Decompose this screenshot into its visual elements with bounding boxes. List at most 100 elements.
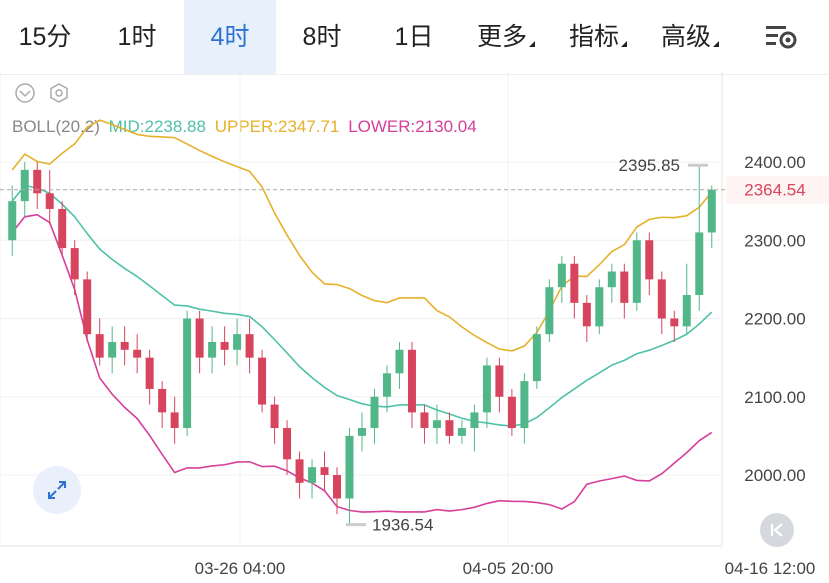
candle-body xyxy=(283,428,292,460)
candle-body xyxy=(620,271,629,303)
boll-upper-line xyxy=(11,119,713,352)
tab-more[interactable]: 更多 xyxy=(462,0,550,74)
candle-body xyxy=(557,263,566,288)
candle-body xyxy=(370,396,379,429)
candle-body xyxy=(507,396,516,429)
y-tick-label: 2200.00 xyxy=(744,310,805,329)
candle-body xyxy=(108,341,117,358)
dropdown-caret-icon xyxy=(713,41,719,47)
tab-label: 8时 xyxy=(302,23,342,51)
candle-body xyxy=(445,420,454,436)
low-marker-label: 1936.54 xyxy=(372,516,433,535)
tab-label: 4时 xyxy=(210,23,250,51)
dropdown-caret-icon xyxy=(621,41,627,47)
chart-settings-button[interactable] xyxy=(736,0,829,74)
current-price-label: 2364.54 xyxy=(744,181,805,200)
candle-body xyxy=(120,341,129,350)
tab-8h[interactable]: 8时 xyxy=(276,0,368,74)
tab-4h[interactable]: 4时 xyxy=(184,0,276,74)
candle-body xyxy=(70,248,79,280)
candle-body xyxy=(495,365,504,397)
candlestick-chart[interactable]: 2400.00 2300.00 2200.00 2100.00 2000.00 03-26… xyxy=(0,72,829,583)
tab-15m[interactable]: 15分 xyxy=(0,0,90,74)
boll-mid-line xyxy=(11,184,713,427)
candle-body xyxy=(320,467,329,475)
candle-body xyxy=(695,232,704,296)
candle-body xyxy=(195,318,204,358)
candle-body xyxy=(45,193,54,209)
candle-body xyxy=(632,240,641,303)
boll-lower-line xyxy=(11,213,713,513)
jump-to-start-icon xyxy=(770,523,783,537)
candle-body xyxy=(532,334,541,382)
candle-body xyxy=(707,189,716,233)
candle-body xyxy=(145,357,154,389)
tab-label: 高级 xyxy=(660,23,711,51)
candle-body xyxy=(220,341,229,350)
candle-body xyxy=(457,428,466,436)
dropdown-caret-icon xyxy=(529,41,535,47)
candle-body xyxy=(682,295,691,327)
scroll-to-latest-button[interactable] xyxy=(760,513,794,547)
x-tick-label: 04-05 20:00 xyxy=(463,559,554,578)
candle-body xyxy=(258,357,267,405)
candle-body xyxy=(582,302,591,327)
candle-body xyxy=(395,349,404,374)
candle-body xyxy=(20,169,29,202)
candle-body xyxy=(245,334,254,358)
candle-body xyxy=(58,208,67,249)
candle-body xyxy=(432,420,441,429)
chart-grid xyxy=(0,72,723,547)
candle-body xyxy=(358,428,366,436)
tab-label: 更多 xyxy=(476,23,527,51)
x-tick-label: 03-26 04:00 xyxy=(195,559,286,578)
tab-indicators[interactable]: 指标 xyxy=(554,0,642,74)
candle-body xyxy=(95,334,104,358)
candle-body xyxy=(233,334,242,350)
tab-label: 15分 xyxy=(18,23,72,51)
tab-advanced[interactable]: 高级 xyxy=(646,0,734,74)
candle-body xyxy=(308,467,317,483)
bollinger-bands xyxy=(11,119,713,513)
candle-body xyxy=(595,287,604,327)
candle-body xyxy=(83,279,92,335)
candle-body xyxy=(270,404,279,429)
candle-body xyxy=(133,349,142,358)
tab-label: 指标 xyxy=(568,23,619,51)
candle-body xyxy=(607,271,616,288)
candle-body xyxy=(333,475,342,499)
candle-body xyxy=(670,318,679,327)
tab-1h[interactable]: 1时 xyxy=(90,0,184,74)
y-tick-label: 2000.00 xyxy=(744,466,805,485)
candle-body xyxy=(170,412,179,429)
candle-body xyxy=(183,318,192,429)
candle-body xyxy=(158,388,167,413)
candle-body xyxy=(295,459,304,483)
candle-body xyxy=(657,279,666,319)
x-tick-label: 04-16 12:00 xyxy=(725,559,816,578)
candle-body xyxy=(407,349,416,413)
candle-body xyxy=(345,435,354,499)
y-tick-label: 2300.00 xyxy=(744,231,805,250)
candles xyxy=(8,162,716,526)
tab-1d[interactable]: 1日 xyxy=(368,0,460,74)
high-marker-label: 2395.85 xyxy=(619,156,680,175)
candle-body xyxy=(8,201,17,241)
candle-body xyxy=(470,412,479,429)
settings-gear-icon xyxy=(766,26,797,49)
candle-body xyxy=(382,373,391,397)
tab-label: 1时 xyxy=(117,23,157,51)
candle-body xyxy=(208,341,217,358)
y-tick-label: 2400.00 xyxy=(744,153,805,172)
expand-arrows-icon xyxy=(48,481,66,499)
y-tick-label: 2100.00 xyxy=(744,388,805,407)
candle-body xyxy=(545,287,554,335)
tab-label: 1日 xyxy=(394,23,434,51)
candle-body xyxy=(520,381,529,429)
candle-body xyxy=(570,263,579,303)
candle-body xyxy=(645,240,654,280)
candle-body xyxy=(420,412,429,429)
timeframe-tabbar: 15分 1时 4时 8时 1日 更多 指标 高级 xyxy=(0,0,829,75)
fullscreen-button[interactable] xyxy=(33,466,81,514)
candle-body xyxy=(482,365,491,413)
